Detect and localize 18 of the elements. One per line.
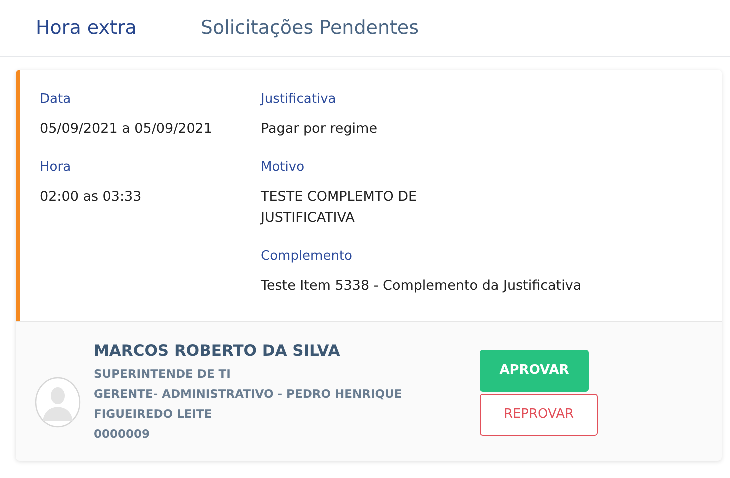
field-label: Hora [40, 160, 72, 175]
field-label: Justificativa [261, 92, 338, 107]
field-value: Teste Item 5338 - Complemento da Justificativa [261, 277, 582, 296]
field-label: Complemento [261, 249, 354, 264]
requester-detail: GERENTE- ADMINISTRATIVO - PEDRO HENRIQUE FIGUEIREDO LEITE [94, 386, 404, 422]
requester-detail: SUPERINTENDE DE TI [94, 366, 232, 382]
reject-button[interactable]: REPROVAR [480, 394, 598, 436]
field-value: Pagar por regime [261, 120, 378, 139]
requester-name: MARCOS ROBERTO DA SILVA [94, 342, 342, 360]
avatar-icon [35, 377, 81, 428]
field-value: 02:00 as 03:33 [40, 188, 143, 207]
tab[interactable]: Solicitações Pendentes [190, 17, 430, 39]
field-label: Motivo [261, 160, 306, 175]
field-value: 05/09/2021 a 05/09/2021 [40, 120, 214, 139]
field-label: Data [40, 92, 72, 107]
field-value: TESTE COMPLEMTO DE JUSTIFICATIVA [261, 188, 418, 228]
tab[interactable]: Hora extra [26, 17, 147, 39]
requester-detail: 0000009 [94, 426, 152, 442]
